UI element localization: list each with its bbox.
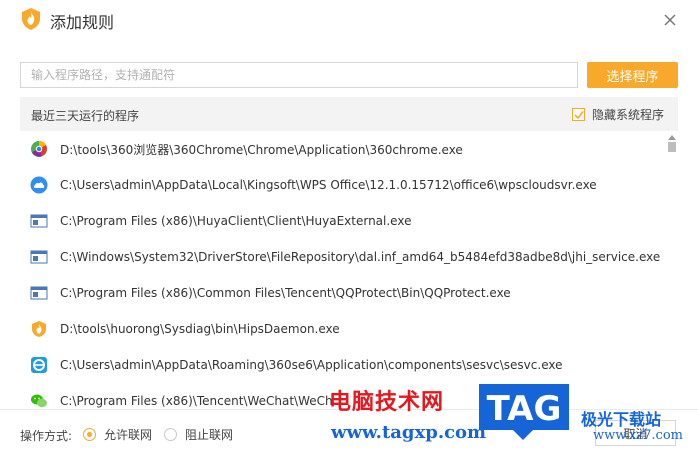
huorong-shield-icon: [22, 8, 40, 30]
program-path: C:\Program Files (x86)\Tencent\WeChat\We…: [60, 394, 333, 408]
hide-system-label: 隐藏系统程序: [592, 107, 665, 122]
recent-programs-title: 最近三天运行的程序: [31, 109, 140, 123]
watermark-url: www.tagxp.com: [331, 422, 487, 443]
program-path: C:\Program Files (x86)\Common Files\Tenc…: [60, 286, 511, 300]
title-bar: 添加规则: [0, 0, 698, 40]
chrome-360-icon: [31, 140, 47, 157]
list-item[interactable]: C:\Program Files (x86)\HuyaClient\Client…: [20, 203, 665, 239]
scroll-thumb[interactable]: [668, 142, 676, 152]
huorong-icon: [32, 321, 46, 337]
program-path: D:\tools\huorong\Sysdiag\bin\HipsDaemon.…: [60, 322, 340, 336]
checkmark-icon: [574, 110, 584, 119]
list-item[interactable]: C:\Program Files (x86)\Tencent\WeChat\We…: [20, 383, 665, 409]
program-list: D:\tools\360浏览器\360Chrome\Chrome\Applica…: [20, 131, 665, 409]
program-path: D:\tools\360浏览器\360Chrome\Chrome\Applica…: [60, 142, 463, 157]
scroll-up-icon[interactable]: [668, 135, 676, 140]
operation-label: 操作方式:: [20, 429, 73, 443]
list-header: 最近三天运行的程序 隐藏系统程序: [20, 97, 678, 131]
program-path: C:\Users\admin\AppData\Roaming\360se6\Ap…: [60, 358, 563, 372]
allow-network-label: 允许联网: [104, 428, 153, 442]
program-path: C:\Program Files (x86)\HuyaClient\Client…: [60, 214, 412, 228]
radio-circle[interactable]: [83, 428, 96, 441]
list-item[interactable]: C:\Program Files (x86)\Common Files\Tenc…: [20, 275, 665, 311]
hide-system-programs-toggle[interactable]: 隐藏系统程序: [572, 105, 664, 123]
list-item[interactable]: D:\tools\360浏览器\360Chrome\Chrome\Applica…: [20, 131, 665, 167]
generic-exe-icon: [30, 250, 48, 264]
dialog-title: 添加规则: [50, 13, 115, 32]
close-icon[interactable]: [659, 9, 681, 31]
program-path-input[interactable]: [20, 62, 578, 88]
program-path: C:\Windows\System32\DriverStore\FileRepo…: [60, 250, 661, 264]
list-scrollbar[interactable]: [666, 135, 676, 409]
block-network-label: 阻止联网: [185, 428, 234, 442]
allow-network-radio[interactable]: 允许联网: [83, 426, 152, 443]
footer-divider: [0, 409, 698, 410]
block-network-radio[interactable]: 阻止联网: [164, 426, 233, 443]
wps-cloud-icon: [30, 176, 48, 194]
generic-exe-icon: [30, 214, 48, 228]
browser-360se-icon: [31, 357, 47, 373]
cancel-button[interactable]: 取消: [595, 420, 676, 446]
list-item[interactable]: C:\Windows\System32\DriverStore\FileRepo…: [20, 239, 665, 275]
list-item[interactable]: D:\tools\huorong\Sysdiag\bin\HipsDaemon.…: [20, 311, 665, 347]
generic-exe-icon: [30, 286, 48, 300]
list-item[interactable]: C:\Users\admin\AppData\Local\Kingsoft\WP…: [20, 167, 665, 203]
select-program-button[interactable]: 选择程序: [587, 62, 678, 88]
hide-system-checkbox[interactable]: [572, 107, 585, 121]
program-path: C:\Users\admin\AppData\Local\Kingsoft\WP…: [60, 178, 597, 192]
list-item[interactable]: C:\Users\admin\AppData\Roaming\360se6\Ap…: [20, 347, 665, 383]
radio-circle[interactable]: [164, 428, 177, 441]
wechat-icon: [31, 394, 47, 408]
